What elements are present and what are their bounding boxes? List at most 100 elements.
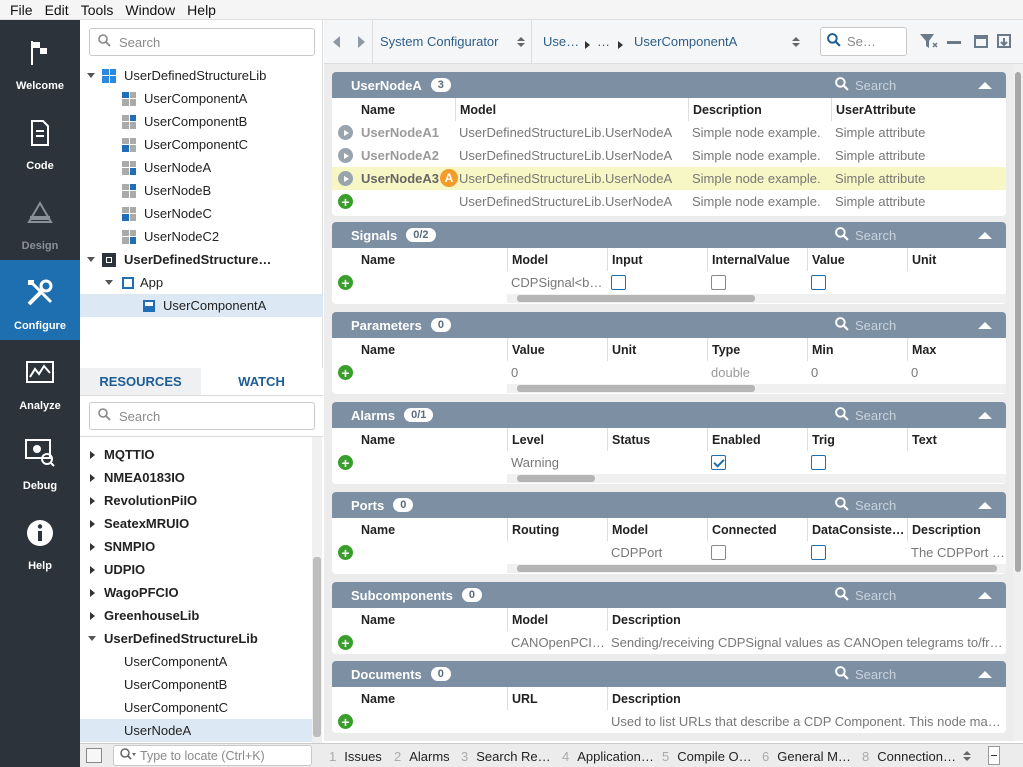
nav-debug[interactable]: Debug: [0, 420, 80, 500]
column-header[interactable]: Value: [807, 248, 907, 271]
tree-item[interactable]: UserNodeB: [122, 179, 211, 202]
section-header[interactable]: Documents 0 Search: [332, 661, 1006, 687]
collapse-icon[interactable]: [978, 232, 992, 239]
menu-tools[interactable]: Tools: [81, 2, 114, 18]
bottom-tab-compile[interactable]: 5 Compile O…: [662, 749, 752, 764]
bottom-tab-general[interactable]: 6 General M…: [762, 749, 851, 764]
nav-help[interactable]: Help: [0, 500, 80, 580]
column-header[interactable]: Value: [507, 338, 607, 361]
nav-configure[interactable]: Configure: [0, 260, 80, 340]
table-row-new[interactable]: + CDPSignal<b…: [332, 271, 1006, 294]
resources-scrollbar[interactable]: [312, 437, 322, 743]
section-search-input[interactable]: Search: [835, 582, 896, 608]
column-header[interactable]: Model: [507, 608, 607, 631]
column-header[interactable]: Status: [607, 428, 707, 451]
table-row-new[interactable]: + CANOpenPCI… Sending/receiving CDPSigna…: [332, 631, 1006, 654]
tree-item-app[interactable]: App: [102, 271, 163, 294]
collapse-icon[interactable]: [978, 412, 992, 419]
maximize-icon[interactable]: [974, 35, 988, 48]
expand-arrow-icon[interactable]: [80, 473, 104, 482]
minimize-icon[interactable]: [947, 41, 961, 44]
menu-window[interactable]: Window: [125, 2, 175, 18]
collapse-icon[interactable]: [978, 82, 992, 89]
table-row[interactable]: UserNodeA2 UserDefinedStructureLib.UserN…: [332, 144, 1006, 167]
filter-icon[interactable]: [920, 34, 938, 53]
section-search-input[interactable]: Search: [835, 402, 896, 428]
column-header[interactable]: Name: [361, 338, 395, 361]
locate-input[interactable]: Type to locate (Ctrl+K): [113, 745, 312, 766]
panel-toggle-icon[interactable]: [86, 748, 102, 763]
tree-item[interactable]: UserNodeC2: [122, 225, 219, 248]
breadcrumb-item[interactable]: …: [597, 34, 610, 49]
section-search-input[interactable]: Search: [835, 72, 896, 98]
column-header[interactable]: UserAttribute: [831, 98, 1006, 121]
collapse-icon[interactable]: [978, 592, 992, 599]
column-header[interactable]: Name: [361, 608, 395, 631]
horizontal-scrollbar[interactable]: [507, 294, 1006, 303]
column-header[interactable]: Description: [688, 98, 830, 121]
column-header[interactable]: Text: [907, 428, 1006, 451]
collapse-panel-button[interactable]: [988, 746, 1000, 765]
scrollbar-thumb[interactable]: [1015, 72, 1021, 572]
resource-item[interactable]: NMEA0183IO: [80, 466, 312, 489]
add-icon[interactable]: +: [338, 635, 353, 650]
connected-checkbox[interactable]: [711, 545, 726, 560]
add-icon[interactable]: +: [338, 365, 353, 380]
bottom-tab-application[interactable]: 4 Application…: [562, 749, 654, 764]
add-icon[interactable]: +: [338, 714, 353, 729]
updown-icon[interactable]: [792, 36, 800, 51]
scrollbar-thumb[interactable]: [313, 557, 321, 737]
nav-welcome[interactable]: Welcome: [0, 20, 80, 100]
column-header[interactable]: Model: [607, 518, 707, 541]
scrollbar-thumb[interactable]: [517, 295, 755, 302]
column-header[interactable]: Connected: [707, 518, 807, 541]
scrollbar-thumb[interactable]: [517, 475, 595, 482]
expand-arrow-icon[interactable]: [80, 257, 102, 262]
add-icon[interactable]: +: [338, 194, 353, 209]
horizontal-scrollbar[interactable]: [507, 474, 1006, 483]
tab-resources[interactable]: RESOURCES: [80, 368, 201, 395]
tree-item[interactable]: UserComponentC: [122, 133, 248, 156]
column-header[interactable]: Name: [361, 687, 395, 710]
value-checkbox[interactable]: [811, 275, 826, 290]
resource-item[interactable]: RevolutionPiIO: [80, 489, 312, 512]
collapse-icon[interactable]: [978, 671, 992, 678]
column-header[interactable]: Unit: [907, 248, 1006, 271]
table-row[interactable]: UserNodeA1 UserDefinedStructureLib.UserN…: [332, 121, 1006, 144]
updown-icon[interactable]: [963, 750, 971, 765]
tree-item-selected[interactable]: UserComponentA: [80, 294, 323, 317]
breadcrumb-item[interactable]: Use…: [543, 34, 579, 49]
section-header[interactable]: Parameters 0 Search: [332, 312, 1006, 338]
table-row-new[interactable]: + UserDefinedStructureLib.UserNodeA Simp…: [332, 190, 1006, 213]
enabled-checkbox[interactable]: [711, 455, 726, 470]
nav-design[interactable]: Design: [0, 180, 80, 260]
table-row-new[interactable]: + 0 double 0 0: [332, 361, 1006, 384]
expand-arrow-icon[interactable]: [80, 565, 104, 574]
add-icon[interactable]: +: [338, 455, 353, 470]
column-header[interactable]: Enabled: [707, 428, 807, 451]
column-header[interactable]: Model: [455, 98, 687, 121]
table-row-highlighted[interactable]: UserNodeA3 A UserDefinedStructureLib.Use…: [332, 167, 1006, 190]
column-header[interactable]: Min: [807, 338, 907, 361]
tree-item[interactable]: UserComponentB: [122, 110, 247, 133]
resources-search-input[interactable]: Search: [89, 402, 315, 430]
column-header[interactable]: Description: [607, 608, 1006, 631]
section-search-input[interactable]: Search: [835, 312, 896, 338]
column-header[interactable]: Routing: [507, 518, 607, 541]
column-header[interactable]: Name: [361, 248, 395, 271]
expand-arrow-icon[interactable]: [80, 611, 104, 620]
column-header[interactable]: Model: [507, 248, 607, 271]
column-header[interactable]: Description: [607, 687, 1006, 710]
column-header[interactable]: Name: [361, 98, 453, 121]
data-consistency-checkbox[interactable]: [811, 545, 826, 560]
table-search-input[interactable]: Se…: [820, 27, 907, 56]
column-header[interactable]: Level: [507, 428, 607, 451]
section-search-input[interactable]: Search: [835, 492, 896, 518]
resource-subitem-selected[interactable]: UserNodeA: [80, 719, 312, 742]
nav-analyze[interactable]: Analyze: [0, 340, 80, 420]
play-icon[interactable]: [338, 125, 353, 140]
internal-value-checkbox[interactable]: [711, 275, 726, 290]
section-header[interactable]: Alarms 0/1 Search: [332, 402, 1006, 428]
resource-subitem[interactable]: UserComponentC: [80, 696, 312, 719]
editor-scrollbar[interactable]: [1013, 64, 1023, 741]
